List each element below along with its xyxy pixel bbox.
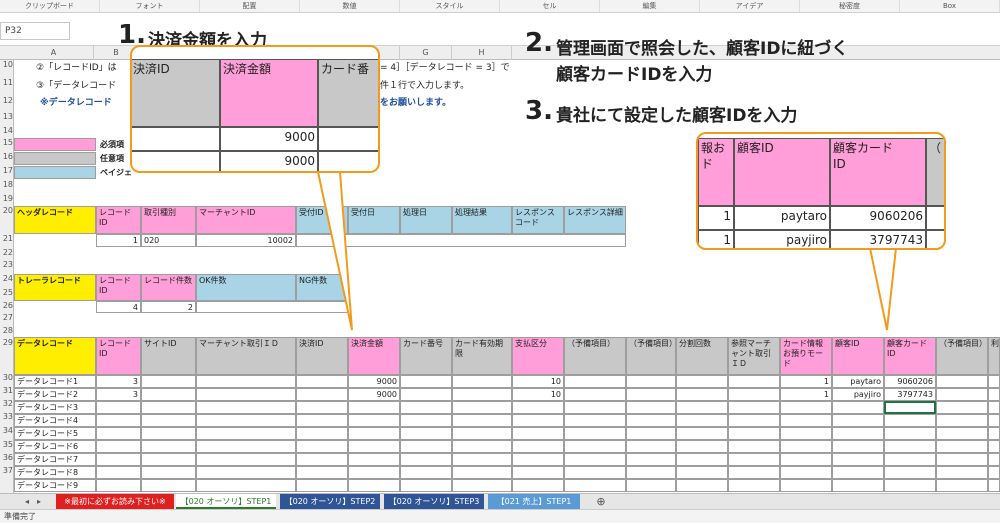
callout-customer: 報おド 顧客ID 顧客カード ID （ 1 paytaro 9060206 1 p… (696, 132, 946, 250)
tab-read-first[interactable]: ※最初に必ずお読み下さい※ (56, 494, 174, 509)
tab-020-step2[interactable]: 【020 オーソリ】STEP2 (280, 494, 380, 509)
callout2-r2-empty (926, 230, 944, 248)
tab-scroll-left-icon[interactable]: ◂ (22, 494, 32, 509)
callout1-pointer (317, 171, 353, 331)
callout1-amount-2: 9000 (220, 151, 318, 171)
callout1-header-amount: 決済金額 (220, 59, 318, 127)
tab-021-step1[interactable]: 【021 売上】STEP1 (488, 494, 580, 509)
add-sheet-icon[interactable]: ⊕ (594, 494, 608, 509)
callout2-r2-card-id: 3797743 (830, 230, 926, 248)
status-text: 準備完了 (4, 512, 36, 521)
status-bar: 準備完了 (0, 509, 1000, 523)
callout2-r1-customer-id: paytaro (734, 206, 830, 230)
callout2-header-customer-id: 顧客ID (734, 138, 830, 206)
callout1-amount-1: 9000 (220, 127, 318, 151)
callout2-r1-empty (926, 206, 944, 230)
callout1-cell-empty-2 (318, 127, 378, 151)
callout2-r2-customer-id: payjiro (734, 230, 830, 248)
callout2-r1-card-id: 9060206 (830, 206, 926, 230)
callout1-header-card-number: カード番 (318, 59, 378, 127)
callout2-r1-mode: 1 (698, 206, 734, 230)
callout1-cell-empty-4 (318, 151, 378, 171)
callout-amount: 決済ID 決済金額 カード番 9000 9000 (130, 45, 380, 173)
tab-scroll-right-icon[interactable]: ▸ (34, 494, 44, 509)
callout2-r2-mode: 1 (698, 230, 734, 248)
sheet-tab-bar: ◂ ▸ ※最初に必ずお読み下さい※ 【020 オーソリ】STEP1 【020 オ… (0, 493, 1000, 509)
callout2-header-0: 報おド (698, 138, 734, 206)
tab-020-step3[interactable]: 【020 オーソリ】STEP3 (384, 494, 484, 509)
callout1-cell-empty-1 (132, 127, 220, 151)
callout2-pointer (869, 247, 897, 331)
callout1-cell-empty-3 (132, 151, 220, 171)
callout2-header-reserve: （ (926, 138, 944, 206)
callout1-header-payment-id: 決済ID (132, 59, 220, 127)
tab-020-step1[interactable]: 【020 オーソリ】STEP1 (176, 494, 276, 509)
callout2-header-customer-card-id: 顧客カード ID (830, 138, 926, 206)
